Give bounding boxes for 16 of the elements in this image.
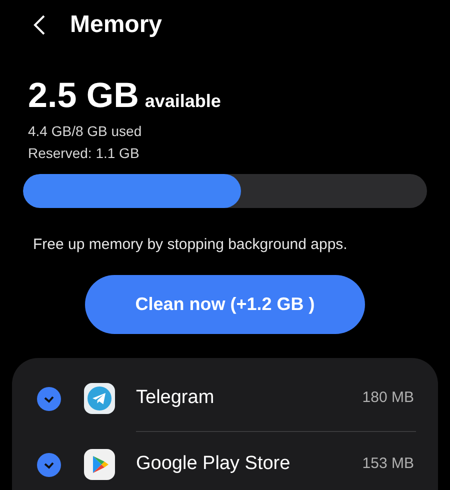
check-icon	[43, 394, 55, 404]
app-name: Google Play Store	[136, 452, 292, 476]
check-icon	[43, 460, 55, 470]
page-title: Memory	[70, 10, 162, 40]
clean-now-button[interactable]: Clean now (+1.2 GB )	[85, 274, 365, 334]
available-amount: 2.5 GB	[28, 76, 139, 116]
available-label: available	[144, 90, 221, 113]
app-memory-size: 153 MB	[362, 454, 414, 474]
checkbox[interactable]	[37, 386, 61, 410]
hint-text: Free up memory by stopping background apps.	[32, 235, 348, 255]
checkbox[interactable]	[37, 452, 61, 476]
reserved-text: Reserved: 1.1 GB	[27, 144, 140, 163]
used-text: 4.4 GB/8 GB used	[27, 122, 143, 141]
app-name: Telegram	[136, 386, 216, 410]
paper-plane-icon	[84, 383, 115, 414]
app-memory-size: 180 MB	[362, 388, 414, 408]
